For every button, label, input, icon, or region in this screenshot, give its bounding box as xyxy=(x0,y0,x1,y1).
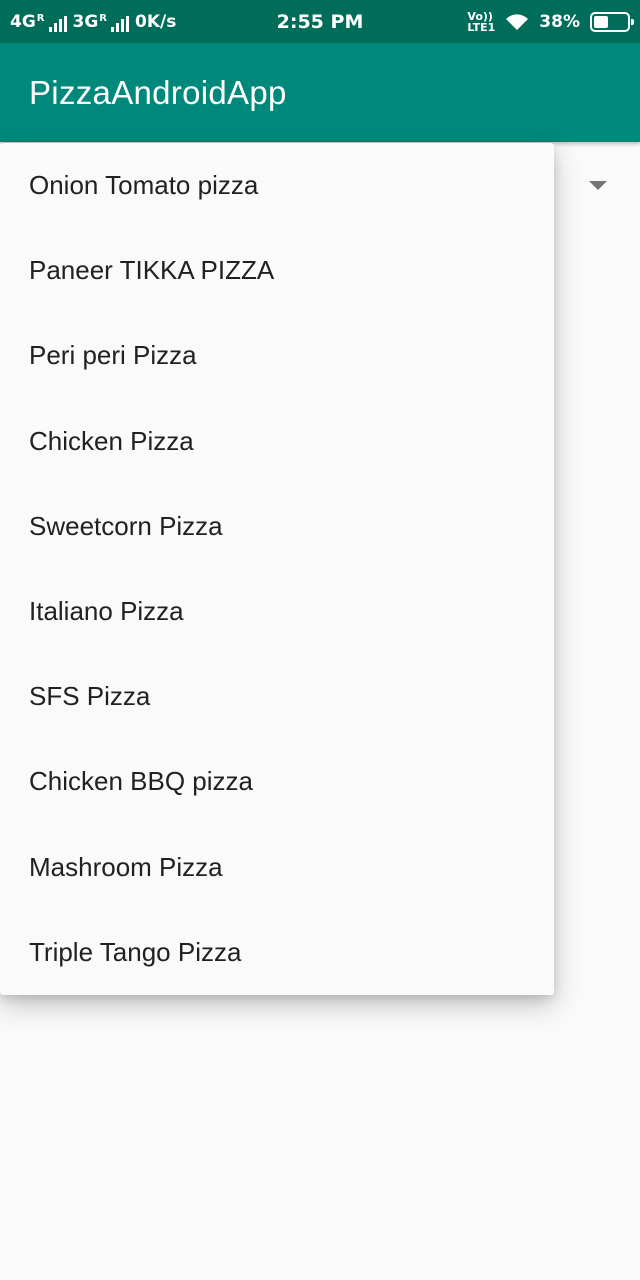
dropdown-item[interactable]: Triple Tango Pizza xyxy=(0,910,554,995)
volte-bottom-label: LTE1 xyxy=(467,20,496,34)
dropdown-item[interactable]: Sweetcorn Pizza xyxy=(0,484,554,569)
dropdown-item[interactable]: Paneer TIKKA PIZZA xyxy=(0,228,554,313)
status-right: Vo)) LTE1 38% xyxy=(467,0,634,43)
volte-icon: Vo)) LTE1 xyxy=(467,11,495,33)
dropdown-item[interactable]: Italiano Pizza xyxy=(0,569,554,654)
dropdown-item[interactable]: Onion Tomato pizza xyxy=(0,143,554,228)
app-bar: PizzaAndroidApp xyxy=(0,43,640,142)
status-bar: 4G R 3G R 0K/s 2:55 PM Vo)) LTE1 38% xyxy=(0,0,640,43)
dropdown-item[interactable]: Mashroom Pizza xyxy=(0,825,554,910)
battery-percent: 38% xyxy=(539,11,580,32)
dropdown-item[interactable]: Peri peri Pizza xyxy=(0,313,554,398)
battery-icon xyxy=(590,11,634,32)
battery-fill xyxy=(594,15,608,28)
dropdown-item[interactable]: Chicken BBQ pizza xyxy=(0,739,554,824)
dropdown-item[interactable]: SFS Pizza xyxy=(0,654,554,739)
wifi-icon xyxy=(506,13,529,30)
dropdown-arrow-icon[interactable] xyxy=(589,181,607,190)
volte-top-label: Vo)) xyxy=(467,9,493,23)
spinner-dropdown: Onion Tomato pizza Paneer TIKKA PIZZA Pe… xyxy=(0,143,554,995)
dropdown-item[interactable]: Chicken Pizza xyxy=(0,399,554,484)
app-title: PizzaAndroidApp xyxy=(29,73,287,111)
